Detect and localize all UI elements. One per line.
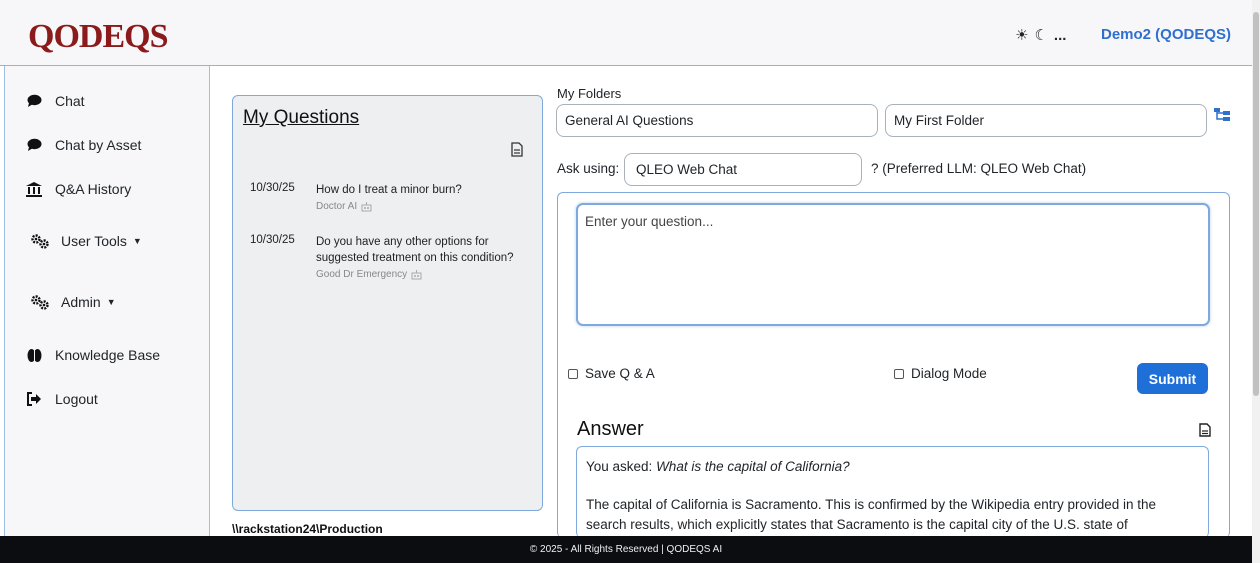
top-header: QODEQS ☀ ☾ ... Demo2 (QODEQS): [0, 0, 1252, 66]
question-date: 10/30/25: [250, 234, 295, 246]
sidebar-item-label: Admin: [61, 294, 101, 310]
question-input[interactable]: [576, 203, 1210, 326]
checkbox-box[interactable]: [894, 368, 904, 379]
theme-controls: ☀ ☾ ...: [1015, 26, 1067, 45]
robot-icon: [411, 270, 422, 280]
folder-select-value: My First Folder: [894, 113, 985, 128]
chat-bubble-icon: [25, 137, 43, 153]
question-list-item[interactable]: 10/30/25 Do you have any other options f…: [250, 234, 516, 283]
question-author: Doctor AI: [316, 199, 516, 215]
sun-icon[interactable]: ☀: [1015, 26, 1028, 44]
gears-icon: [31, 294, 49, 310]
footer-text: © 2025 - All Rights Reserved | QODEQS AI: [529, 544, 723, 555]
document-icon[interactable]: [1199, 423, 1211, 437]
robot-icon: [361, 202, 372, 212]
document-icon[interactable]: [511, 142, 525, 158]
sidebar-item-label: Logout: [55, 391, 98, 407]
logout-icon: [25, 391, 43, 407]
dialog-mode-checkbox[interactable]: Dialog Mode: [894, 366, 987, 381]
moon-icon[interactable]: ☾: [1034, 26, 1047, 44]
brain-icon: [25, 347, 43, 363]
user-menu-link[interactable]: Demo2 (QODEQS): [1101, 26, 1231, 43]
bank-icon: [25, 181, 43, 197]
footer: © 2025 - All Rights Reserved | QODEQS AI: [0, 536, 1252, 563]
folder-select-value: General AI Questions: [565, 113, 694, 128]
submit-button[interactable]: Submit: [1137, 363, 1208, 394]
checkbox-label: Dialog Mode: [911, 366, 987, 381]
question-text: How do I treat a minor burn?: [316, 184, 462, 196]
answer-title: Answer: [577, 418, 644, 440]
chat-bubble-icon: [25, 93, 43, 109]
answer-box: You asked: What is the capital of Califo…: [576, 446, 1209, 538]
chevron-down-icon: ▼: [106, 297, 116, 307]
sidebar-item-label: Chat: [55, 93, 85, 109]
llm-select[interactable]: QLEO Web Chat: [624, 153, 862, 186]
logo-text: QODEQS: [28, 18, 168, 55]
sidebar-item-chat[interactable]: Chat: [25, 93, 85, 109]
sidebar-item-label: Q&A History: [55, 181, 132, 197]
checkbox-label: Save Q & A: [585, 366, 655, 381]
question-text: Do you have any other options for sugges…: [316, 236, 514, 264]
sidebar-item-knowledge-base[interactable]: Knowledge Base: [25, 347, 160, 363]
sidebar-item-logout[interactable]: Logout: [25, 391, 98, 407]
author-name: Doctor AI: [316, 201, 358, 212]
answer-text: The capital of California is Sacramento.…: [586, 497, 1157, 532]
asked-prefix: You asked:: [586, 459, 657, 474]
page-scrollbar[interactable]: [1252, 0, 1260, 563]
question-author: Good Dr Emergency: [316, 267, 516, 283]
sidebar-item-admin[interactable]: Admin ▼: [31, 294, 116, 310]
folder-tree-icon[interactable]: [1214, 108, 1230, 122]
gears-icon: [31, 233, 49, 249]
storage-path: \\rackstation24\Production: [232, 522, 383, 536]
sidebar-item-qa-history[interactable]: Q&A History: [25, 181, 131, 197]
question-date: 10/30/25: [250, 182, 295, 194]
asked-line: You asked: What is the capital of Califo…: [586, 457, 1199, 477]
sidebar-item-chat-by-asset[interactable]: Chat by Asset: [25, 137, 141, 153]
my-questions-title: My Questions: [243, 107, 360, 128]
folder-select-secondary[interactable]: My First Folder: [885, 104, 1207, 137]
sidebar-item-label: User Tools: [61, 233, 127, 249]
qodeqs-logo[interactable]: QODEQS: [28, 17, 168, 57]
chevron-down-icon: ▼: [132, 236, 142, 246]
sidebar-item-label: Knowledge Base: [55, 347, 161, 363]
my-questions-panel: My Questions 10/30/25 How do I treat a m…: [232, 95, 543, 511]
scrollbar-thumb[interactable]: [1253, 12, 1259, 396]
llm-select-value: QLEO Web Chat: [636, 162, 738, 177]
asked-question: What is the capital of California?: [656, 459, 850, 474]
sidebar: Chat Chat by Asset Q&A History User Tool…: [4, 66, 210, 536]
author-name: Good Dr Emergency: [316, 269, 408, 280]
save-qa-checkbox[interactable]: Save Q & A: [568, 366, 655, 381]
folder-select-primary[interactable]: General AI Questions: [556, 104, 878, 137]
sidebar-item-label: Chat by Asset: [55, 137, 142, 153]
more-icon[interactable]: ...: [1054, 27, 1067, 44]
sidebar-item-user-tools[interactable]: User Tools ▼: [31, 233, 142, 249]
question-list-item[interactable]: 10/30/25 How do I treat a minor burn? Do…: [250, 182, 516, 215]
preferred-llm-note: ? (Preferred LLM: QLEO Web Chat): [871, 161, 1087, 176]
checkbox-box[interactable]: [568, 368, 578, 379]
ask-using-label: Ask using:: [557, 161, 620, 176]
my-folders-label: My Folders: [557, 86, 622, 101]
